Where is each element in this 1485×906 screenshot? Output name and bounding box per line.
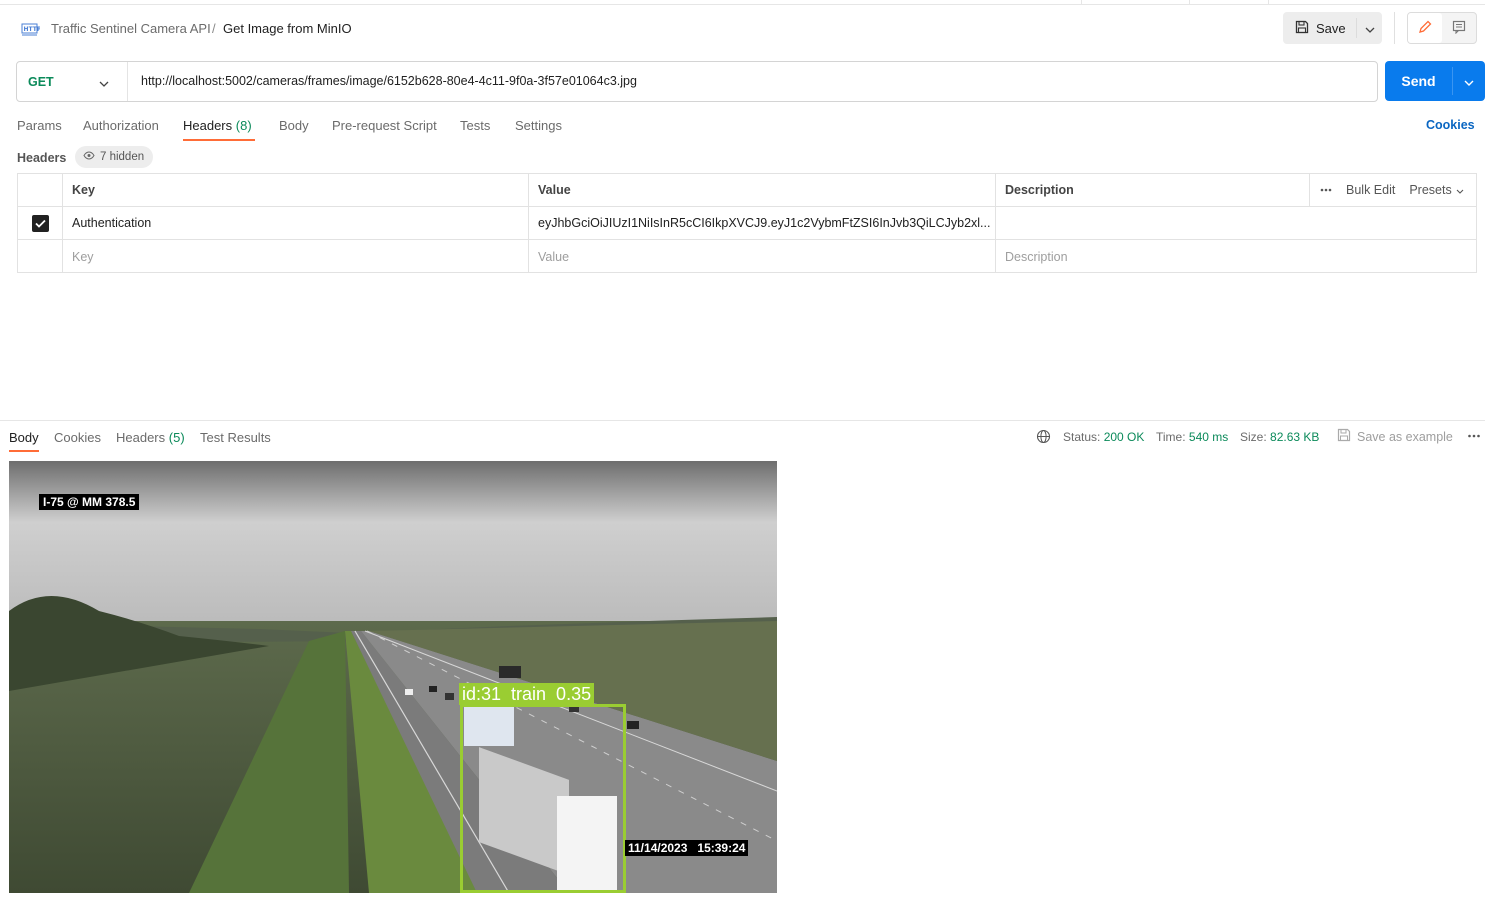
table-row: Authentication eyJhbGciOiJIUzI1NiIsInR5c… — [18, 207, 1476, 240]
new-key-input[interactable]: Key — [63, 240, 529, 273]
camera-timestamp-overlay: 11/14/2023 15:39:24 — [625, 840, 749, 856]
row-checkbox-cell — [18, 207, 63, 239]
header-description-cell[interactable] — [996, 207, 1476, 239]
url-input[interactable]: http://localhost:5002/cameras/frames/ima… — [141, 74, 637, 88]
camera-frame-illustration — [9, 461, 777, 893]
time-value: 540 ms — [1188, 430, 1229, 444]
column-header-value: Value — [529, 174, 996, 206]
eye-icon — [83, 151, 95, 163]
headers-table: Key Value Description Bulk Edit Presets … — [17, 173, 1477, 273]
table-tools: Bulk Edit Presets — [1309, 174, 1476, 206]
response-tab-body[interactable]: Body — [9, 430, 39, 445]
header-value-cell[interactable]: eyJhbGciOiJIUzI1NiIsInR5cCI6IkpXVCJ9.eyJ… — [529, 207, 996, 239]
tab-tests[interactable]: Tests — [460, 118, 490, 133]
top-tab-strip — [0, 0, 1485, 5]
chevron-down-icon — [99, 76, 109, 90]
table-header-row: Key Value Description Bulk Edit Presets — [18, 174, 1476, 207]
response-image: I-75 @ MM 378.5 id:31 train 0.35 11/14/2… — [9, 461, 777, 893]
comment-icon — [1452, 20, 1466, 37]
response-tab-cookies[interactable]: Cookies — [54, 430, 101, 445]
tab-headers[interactable]: Headers (8) — [183, 118, 252, 133]
request-header: HTTP Traffic Sentinel Camera API / Get I… — [0, 12, 1485, 46]
row-checkbox-cell — [18, 240, 63, 273]
active-tab-indicator — [9, 450, 39, 452]
active-tab-indicator — [183, 139, 255, 141]
presets-dropdown[interactable]: Presets — [1409, 183, 1464, 197]
row-enabled-checkbox[interactable] — [31, 214, 49, 232]
response-tabs: Body Cookies Headers (5) Test Results St… — [0, 428, 1485, 454]
hidden-headers-toggle[interactable]: 7 hidden — [75, 146, 154, 168]
time-label: Time: — [1156, 430, 1186, 444]
documentation-mode-button[interactable] — [1442, 13, 1476, 43]
status-value: 200 OK — [1103, 430, 1145, 444]
detection-label: id:31 train 0.35 — [459, 683, 595, 705]
tab-settings[interactable]: Settings — [515, 118, 562, 133]
table-row-new: Key Value Description — [18, 240, 1476, 273]
tab-divider — [1081, 0, 1082, 5]
detection-bounding-box — [460, 704, 626, 893]
header-checkbox-column — [18, 174, 63, 206]
bulk-edit-button[interactable]: Bulk Edit — [1346, 183, 1395, 197]
tab-authorization[interactable]: Authorization — [83, 118, 159, 133]
header-key-cell[interactable]: Authentication — [63, 207, 529, 239]
save-options-button[interactable] — [1357, 12, 1382, 44]
response-size[interactable]: Size: 82.63 KB — [1240, 430, 1319, 444]
pencil-icon — [1418, 20, 1432, 37]
column-header-key: Key — [63, 174, 529, 206]
chevron-down-icon — [1464, 74, 1474, 89]
size-value: 82.63 KB — [1270, 430, 1320, 444]
send-button-group: Send — [1385, 61, 1485, 101]
chevron-down-icon — [1456, 183, 1464, 197]
tab-divider — [1189, 0, 1190, 5]
http-icon: HTTP — [20, 20, 42, 38]
cookies-link[interactable]: Cookies — [1426, 118, 1475, 132]
presets-label: Presets — [1409, 183, 1452, 197]
size-label: Size: — [1240, 430, 1267, 444]
camera-location-overlay: I-75 @ MM 378.5 — [39, 494, 140, 510]
save-button[interactable]: Save — [1283, 12, 1356, 44]
divider — [1394, 12, 1395, 44]
breadcrumb-collection[interactable]: Traffic Sentinel Camera API — [51, 21, 211, 36]
tab-headers-label: Headers — [183, 118, 233, 133]
more-options-icon[interactable] — [1320, 188, 1332, 192]
response-tab-headers[interactable]: Headers (5) — [116, 430, 185, 445]
response-time[interactable]: Time: 540 ms — [1156, 430, 1228, 444]
request-tabs: Params Authorization Headers (8) Body Pr… — [0, 115, 1485, 143]
breadcrumb-request-name[interactable]: Get Image from MinIO — [223, 21, 352, 36]
edit-mode-button[interactable] — [1408, 13, 1442, 43]
tab-params[interactable]: Params — [17, 118, 62, 133]
save-icon — [1337, 428, 1351, 445]
save-as-example-label: Save as example — [1357, 429, 1453, 444]
status-label: Status: — [1063, 430, 1101, 444]
svg-text:HTTP: HTTP — [24, 26, 41, 33]
method-select[interactable]: GET — [17, 62, 128, 101]
save-as-example-button[interactable]: Save as example — [1337, 428, 1453, 445]
hidden-headers-count: 7 hidden — [100, 151, 145, 163]
breadcrumb-separator: / — [212, 21, 216, 36]
response-tab-test-results[interactable]: Test Results — [200, 430, 271, 445]
response-tab-headers-label: Headers — [116, 430, 166, 445]
response-status[interactable]: Status: 200 OK — [1063, 430, 1144, 444]
tab-headers-count: (8) — [235, 118, 252, 133]
tab-divider — [1268, 0, 1269, 5]
view-mode-toggle — [1407, 12, 1477, 44]
save-icon — [1295, 20, 1309, 37]
new-description-input[interactable]: Description — [996, 240, 1476, 273]
send-button[interactable]: Send — [1385, 61, 1452, 101]
headers-section-title: Headers — [17, 151, 67, 165]
new-value-input[interactable]: Value — [529, 240, 996, 273]
tab-body[interactable]: Body — [279, 118, 309, 133]
pane-resize-handle[interactable] — [0, 420, 1485, 421]
more-options-icon[interactable] — [1467, 429, 1481, 446]
request-url-bar: GET http://localhost:5002/cameras/frames… — [16, 61, 1378, 102]
save-button-label: Save — [1316, 20, 1346, 36]
column-header-description: Description — [1005, 183, 1074, 197]
globe-icon[interactable] — [1036, 429, 1051, 447]
save-button-group: Save — [1283, 12, 1382, 44]
method-value: GET — [28, 74, 54, 89]
response-tab-headers-count: (5) — [168, 430, 185, 445]
send-options-button[interactable] — [1453, 61, 1485, 101]
chevron-down-icon — [1365, 21, 1375, 36]
tab-pre-request-script[interactable]: Pre-request Script — [332, 118, 437, 133]
